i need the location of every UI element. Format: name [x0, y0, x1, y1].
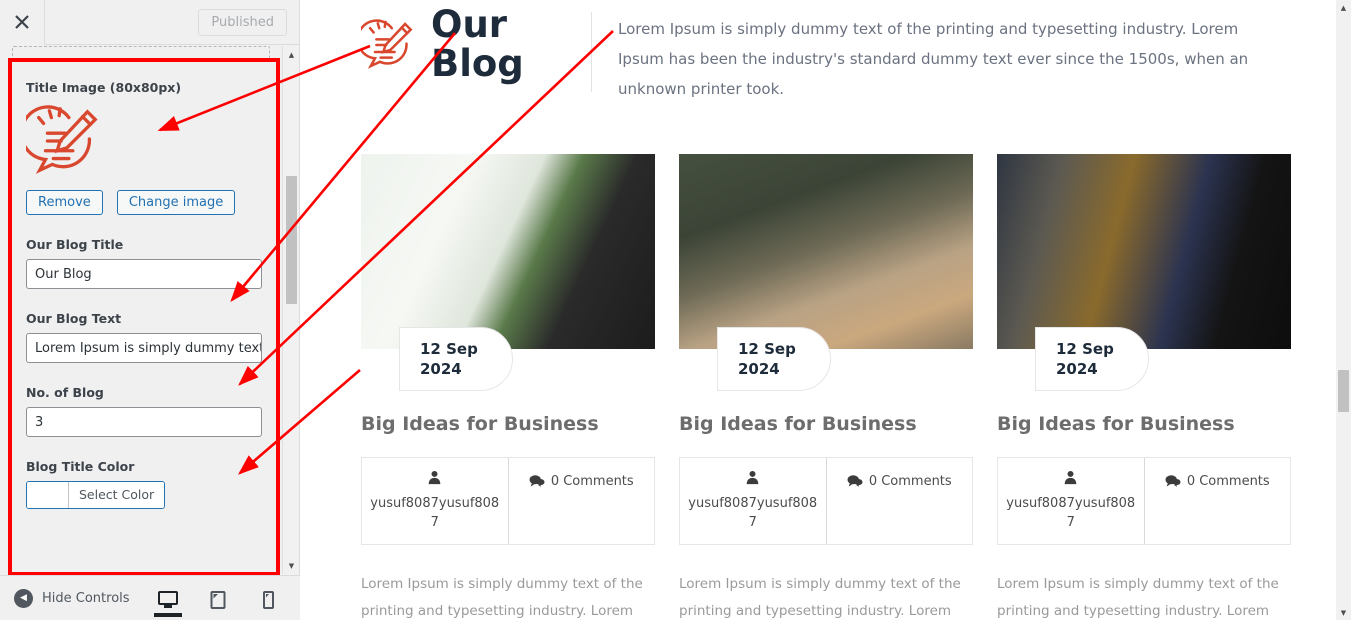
post-meta: yusuf8087yusuf8087 0 Comments [361, 457, 655, 545]
comments-icon [1165, 474, 1181, 492]
tablet-preview-button[interactable] [204, 590, 232, 617]
desktop-preview-button[interactable] [154, 590, 182, 617]
blog-section-header: Our Blog Lorem Ipsum is simply dummy tex… [301, 0, 1351, 104]
no-of-blog-label: No. of Blog [26, 385, 104, 400]
post-comments-count: 0 Comments [550, 474, 634, 489]
title-image-control: Title Image (80x80px) Remove Change imag… [12, 62, 276, 215]
post-author: yusuf8087yusuf8087 [362, 458, 509, 544]
blog-cards-grid: 12 Sep 2024 Big Ideas for Business yusuf80… [301, 104, 1351, 620]
customizer-sidebar: Published Title Image (80x80px) Remove C… [0, 0, 300, 620]
post-author-name: yusuf8087yusuf8087 [1006, 495, 1136, 530]
no-of-blog-control: No. of Blog 3 [12, 363, 276, 437]
blog-title-color-label: Blog Title Color [26, 459, 135, 474]
post-excerpt: Lorem Ipsum is simply dummy text of the … [997, 576, 1279, 619]
team-meeting-photo[interactable]: 12 Sep 2024 [679, 154, 973, 391]
post-excerpt: Lorem Ipsum is simply dummy text of the … [361, 576, 643, 619]
sidebar-scrollbar-thumb[interactable] [286, 176, 297, 304]
scroll-up-arrow-icon[interactable]: ▲ [283, 46, 300, 63]
whiteboard-writing-photo[interactable]: 12 Sep 2024 [361, 154, 655, 391]
sidebar-scrollbar[interactable]: ▲ ▼ [282, 46, 299, 574]
post-date-badge: 12 Sep 2024 [1035, 326, 1149, 391]
post-date-badge: 12 Sep 2024 [399, 326, 513, 391]
page-scrollbar[interactable]: ▲ ▼ [1336, 0, 1351, 620]
user-icon [427, 470, 442, 489]
post-comments-count: 0 Comments [868, 474, 952, 489]
comments-icon [529, 474, 545, 492]
post-excerpt: Lorem Ipsum is simply dummy text of the … [679, 576, 961, 619]
remove-button[interactable]: Remove [26, 190, 103, 215]
desktop-active-indicator [154, 612, 182, 617]
post-author-name: yusuf8087yusuf8087 [370, 495, 500, 530]
desk-pointing-photo[interactable]: 12 Sep 2024 [997, 154, 1291, 391]
post-author: yusuf8087yusuf8087 [998, 458, 1145, 544]
page-scrollbar-thumb[interactable] [1338, 370, 1349, 412]
post-comments[interactable]: 0 Comments [827, 458, 973, 544]
blog-title-input[interactable]: Our Blog [26, 259, 262, 289]
blog-title-label: Our Blog Title [26, 237, 124, 252]
select-color-button[interactable]: Select Color [69, 482, 165, 508]
blog-card[interactable]: 12 Sep 2024 Big Ideas for Business yusuf80… [997, 154, 1291, 620]
color-picker[interactable]: Select Color [26, 481, 166, 509]
no-of-blog-input[interactable]: 3 [26, 407, 262, 437]
title-image-label: Title Image (80x80px) [26, 80, 182, 95]
blog-text-input[interactable]: Lorem Ipsum is simply dummy text of t [26, 333, 262, 363]
collapse-arrow-icon: ◀ [14, 588, 33, 608]
post-title[interactable]: Big Ideas for Business [361, 413, 655, 435]
blog-card[interactable]: 12 Sep 2024 Big Ideas for Business yusuf80… [679, 154, 973, 620]
mobile-preview-button[interactable] [254, 590, 282, 617]
page-scroll-down-icon[interactable]: ▼ [1336, 605, 1351, 620]
comments-icon [847, 474, 863, 492]
close-icon[interactable] [0, 0, 45, 45]
site-preview-pane: Our Blog Lorem Ipsum is simply dummy tex… [301, 0, 1351, 620]
post-comments[interactable]: 0 Comments [1145, 458, 1291, 544]
highlighted-settings-group: Title Image (80x80px) Remove Change imag… [8, 58, 280, 576]
customizer-header: Published [0, 0, 299, 45]
publish-button[interactable]: Published [198, 8, 287, 36]
customizer-footer: ◀ Hide Controls [0, 575, 300, 620]
post-date-badge: 12 Sep 2024 [717, 326, 831, 391]
image-action-buttons: Remove Change image [26, 190, 262, 215]
post-meta: yusuf8087yusuf8087 0 Comments [679, 457, 973, 545]
blog-pencil-speech-bubble-icon [356, 17, 417, 73]
hide-controls-label: Hide Controls [42, 590, 130, 606]
blog-text-label: Our Blog Text [26, 311, 122, 326]
blog-header-left: Our Blog [301, 3, 591, 85]
color-swatch[interactable] [27, 482, 69, 508]
blog-section-title: Our Blog [431, 3, 524, 85]
post-comments[interactable]: 0 Comments [509, 458, 655, 544]
post-author-name: yusuf8087yusuf8087 [688, 495, 818, 530]
blog-title-color-control: Blog Title Color Select Color [12, 437, 276, 512]
page-scroll-up-icon[interactable]: ▲ [1336, 0, 1351, 15]
blog-pencil-speech-bubble-icon [19, 102, 104, 180]
preview-content: Our Blog Lorem Ipsum is simply dummy tex… [301, 0, 1351, 620]
blog-title-control: Our Blog Title Our Blog [12, 215, 276, 289]
scroll-down-arrow-icon[interactable]: ▼ [283, 557, 300, 574]
user-icon [1063, 470, 1078, 489]
blog-text-control: Our Blog Text Lorem Ipsum is simply dumm… [12, 289, 276, 363]
post-author: yusuf8087yusuf8087 [680, 458, 827, 544]
blog-card[interactable]: 12 Sep 2024 Big Ideas for Business yusuf80… [361, 154, 655, 620]
mobile-active-indicator [254, 613, 282, 617]
post-comments-count: 0 Comments [1186, 474, 1270, 489]
user-icon [745, 470, 760, 489]
post-title[interactable]: Big Ideas for Business [997, 413, 1291, 435]
tablet-active-indicator [204, 613, 232, 617]
blog-section-description: Lorem Ipsum is simply dummy text of the … [618, 20, 1249, 98]
post-title[interactable]: Big Ideas for Business [679, 413, 973, 435]
hide-controls-button[interactable]: ◀ Hide Controls [0, 588, 130, 608]
post-meta: yusuf8087yusuf8087 0 Comments [997, 457, 1291, 545]
change-image-button[interactable]: Change image [116, 190, 236, 215]
device-preview-switcher [154, 576, 300, 620]
